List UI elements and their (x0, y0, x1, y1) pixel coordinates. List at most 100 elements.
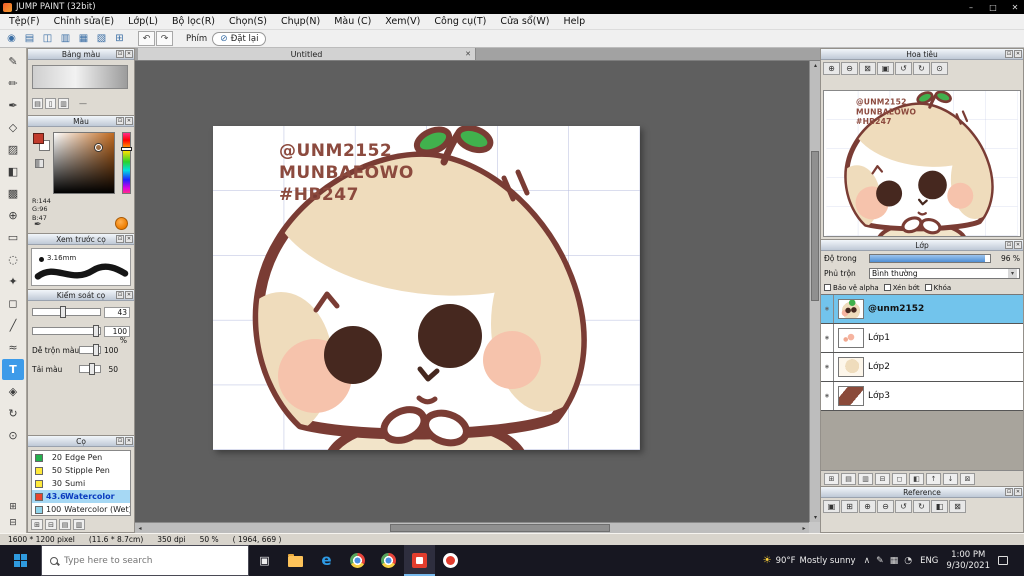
panel-maximize-button[interactable]: ⊡ (116, 235, 124, 243)
curve-tool[interactable]: ≈ (2, 337, 24, 358)
chrome-browser-app-2[interactable] (373, 545, 404, 576)
copy-button[interactable]: ▦ (75, 31, 92, 47)
horizontal-scroll-thumb[interactable] (390, 524, 610, 532)
nav-zoom-out-button[interactable]: ⊖ (841, 62, 858, 75)
gradient-tool[interactable]: ▩ (2, 183, 24, 204)
slider-thumb[interactable] (93, 325, 99, 337)
maximize-button[interactable]: □ (984, 0, 1002, 14)
nav-reset-button[interactable]: ⊙ (931, 62, 948, 75)
panel-close-button[interactable]: ✕ (1014, 50, 1022, 58)
drawing-canvas[interactable]: @UNM2152 MUNBAEOWO #HB247 (213, 126, 640, 450)
export-button[interactable]: ▥ (57, 31, 74, 47)
nav-zoom-in-button[interactable]: ⊕ (823, 62, 840, 75)
clear-layer-button[interactable]: ◻ (892, 472, 907, 485)
chrome-browser-app[interactable] (342, 545, 373, 576)
brush-list-item[interactable]: 50 Stipple Pen (32, 464, 130, 477)
taskbar-clock[interactable]: 1:00 PM 9/30/2021 (946, 550, 990, 571)
network-tray-icon[interactable]: ◔ (904, 556, 912, 566)
remove-brush-button[interactable]: ⊟ (45, 519, 57, 530)
panel-close-button[interactable]: ✕ (125, 117, 133, 125)
layer-row[interactable]: ◉ Lớp1 (821, 324, 1023, 353)
opacity-slider[interactable] (869, 254, 991, 263)
airbrush-tool[interactable]: ▨ (2, 139, 24, 160)
edge-browser-app[interactable]: e (311, 545, 342, 576)
nav-actual-size-button[interactable]: ▣ (877, 62, 894, 75)
panel-close-button[interactable]: ✕ (1014, 488, 1022, 496)
move-tool[interactable]: ⊕ (2, 205, 24, 226)
lasso-tool[interactable]: ◌ (2, 249, 24, 270)
layer-mask-button[interactable]: ◧ (909, 472, 924, 485)
layer-row[interactable]: ◉ Lớp2 (821, 353, 1023, 382)
move-layer-down-button[interactable]: ↓ (943, 472, 958, 485)
menu-item-6[interactable]: Màu (C) (327, 14, 378, 29)
ref-rotate-left-button[interactable]: ↺ (895, 500, 912, 513)
color-load-slider[interactable] (79, 363, 101, 375)
blend-mode-select[interactable]: Bình thường ▾ (869, 268, 1020, 279)
layer-visibility-toggle[interactable]: ◉ (821, 382, 834, 410)
grid-toggle-button[interactable]: ⊞ (111, 31, 128, 47)
weather-widget[interactable]: ☀ 90°F Mostly sunny (763, 555, 856, 566)
scroll-left-arrow[interactable]: ◂ (136, 525, 144, 532)
ref-add-button[interactable]: ⊞ (841, 500, 858, 513)
panel-maximize-button[interactable]: ⊡ (1005, 488, 1013, 496)
navigator-preview[interactable]: @UNM2152 MUNBAEOWO #HB247 (823, 90, 1021, 237)
eraser-tool[interactable]: ◇ (2, 117, 24, 138)
menu-item-0[interactable]: Tệp(F) (2, 14, 47, 29)
menu-item-4[interactable]: Chọn(S) (222, 14, 274, 29)
start-button[interactable] (0, 545, 41, 576)
panel-maximize-button[interactable]: ⊡ (116, 50, 124, 58)
document-tab[interactable]: Untitled ✕ (138, 48, 476, 60)
select-rect-tool[interactable]: ▭ (2, 227, 24, 248)
document-tab-close-icon[interactable]: ✕ (465, 50, 471, 58)
scroll-right-arrow[interactable]: ▸ (800, 525, 808, 532)
slider-thumb[interactable] (59, 306, 66, 318)
merge-layer-button[interactable]: ⊟ (875, 472, 890, 485)
palette-menu-button[interactable]: ▥ (58, 98, 69, 109)
menu-item-7[interactable]: Xem(V) (378, 14, 427, 29)
menu-item-10[interactable]: Help (556, 14, 592, 29)
open-file-button[interactable]: ▤ (21, 31, 38, 47)
layer-visibility-toggle[interactable]: ◉ (821, 295, 834, 323)
minimize-button[interactable]: – (962, 0, 980, 14)
search-input[interactable] (64, 555, 224, 566)
shape-tool[interactable]: ◻ (2, 293, 24, 314)
panel-maximize-button[interactable]: ⊡ (116, 117, 124, 125)
zoom-tool[interactable]: ⊙ (2, 425, 24, 446)
close-button[interactable]: ✕ (1006, 0, 1024, 14)
task-view-button[interactable]: ▣ (249, 545, 280, 576)
ref-clear-button[interactable]: ⊠ (949, 500, 966, 513)
menu-item-5[interactable]: Chụp(N) (274, 14, 327, 29)
menu-item-9[interactable]: Cửa sổ(W) (493, 14, 556, 29)
panel-maximize-button[interactable]: ⊡ (116, 291, 124, 299)
new-layer-button[interactable]: ⊞ (824, 472, 839, 485)
menu-item-3[interactable]: Bộ lọc(R) (165, 14, 222, 29)
nav-rotate-left-button[interactable]: ↺ (895, 62, 912, 75)
layer-row[interactable]: ◉ Lớp3 (821, 382, 1023, 411)
hue-slider[interactable] (122, 132, 131, 194)
magic-wand-tool[interactable]: ✦ (2, 271, 24, 292)
layer-visibility-toggle[interactable]: ◉ (821, 353, 834, 381)
panel-close-button[interactable]: ✕ (125, 50, 133, 58)
new-canvas-button[interactable]: ◉ (3, 31, 20, 47)
rotate-view-tool[interactable]: ↻ (2, 403, 24, 424)
delete-layer-button[interactable]: ⊠ (960, 472, 975, 485)
panel-maximize-button[interactable]: ⊡ (1005, 50, 1013, 58)
taskbar-search[interactable] (41, 545, 249, 576)
notification-center-icon[interactable] (998, 556, 1008, 565)
slider-thumb[interactable] (89, 363, 95, 375)
panel-close-button[interactable]: ✕ (125, 437, 133, 445)
text-tool[interactable]: T (2, 359, 24, 380)
vertical-scrollbar[interactable]: ▴ ▾ (809, 61, 820, 522)
layer-row[interactable]: ◉ @unm2152 (821, 295, 1023, 324)
brush-list-item[interactable]: 43.6 Watercolor (32, 490, 130, 503)
vertical-scroll-thumb[interactable] (811, 151, 819, 301)
panel-dock-right-button[interactable]: ⊟ (2, 515, 24, 530)
delete-color-button[interactable]: ▯ (45, 98, 56, 109)
panel-close-button[interactable]: ✕ (125, 291, 133, 299)
keyboard-tray-icon[interactable]: ▦ (890, 556, 899, 566)
brush-list-item[interactable]: 30 Sumi (32, 477, 130, 490)
eyedropper-icon[interactable]: ✒ (34, 220, 42, 230)
duplicate-brush-button[interactable]: ▤ (59, 519, 71, 530)
brush-opacity-slider[interactable] (32, 325, 101, 337)
panel-dock-left-button[interactable]: ⊞ (2, 499, 24, 514)
